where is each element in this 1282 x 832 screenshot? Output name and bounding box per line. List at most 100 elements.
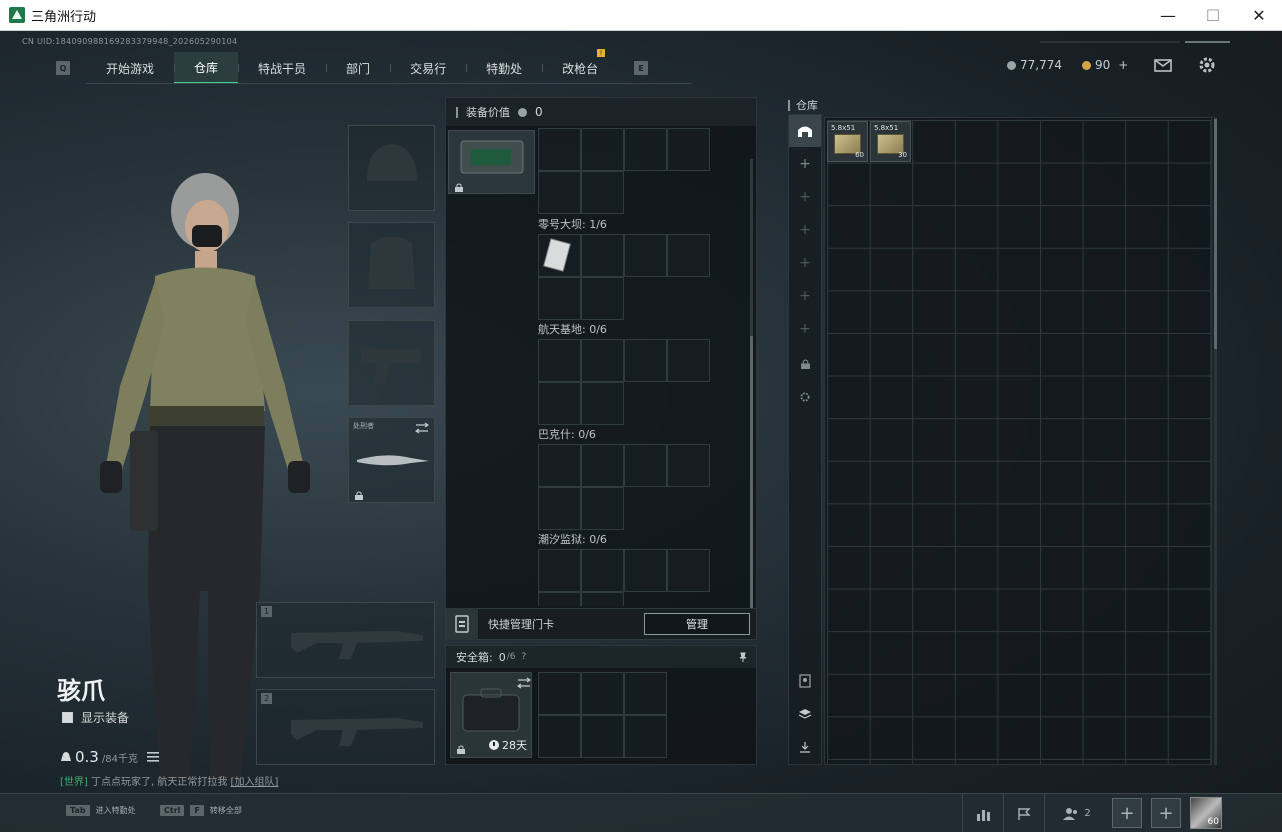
- keycard-cell[interactable]: [581, 171, 624, 214]
- gold-add-button[interactable]: +: [1118, 58, 1128, 72]
- tab-gunsmith[interactable]: 改枪台: [542, 52, 618, 84]
- flag-button[interactable]: [1003, 794, 1043, 832]
- transfer-all-hint[interactable]: Ctrl F 转移全部: [160, 805, 242, 816]
- keycard-cell[interactable]: [581, 592, 624, 606]
- keycard-cell[interactable]: [667, 549, 710, 592]
- tab-operators[interactable]: 特战干员: [238, 52, 326, 84]
- keycard-cell[interactable]: [538, 592, 581, 606]
- keycard-cell[interactable]: [581, 549, 624, 592]
- stats-button[interactable]: [962, 794, 1002, 832]
- swap-icon[interactable]: [517, 677, 531, 689]
- helmet-icon: [367, 144, 417, 181]
- add-warehouse-tab[interactable]: +: [789, 148, 821, 180]
- player-avatar[interactable]: 60: [1190, 797, 1222, 829]
- warehouse-scroll-thumb[interactable]: [1214, 119, 1217, 349]
- safe-cell[interactable]: [581, 672, 624, 715]
- swap-icon[interactable]: [415, 422, 429, 434]
- tab-hint[interactable]: Tab 进入特勤处: [66, 805, 136, 816]
- invite-slot-1[interactable]: +: [1112, 798, 1142, 828]
- safe-cell[interactable]: [624, 715, 667, 758]
- add-warehouse-tab[interactable]: +: [789, 214, 821, 246]
- gear-icon[interactable]: [1197, 55, 1217, 75]
- tab-start-game[interactable]: 开始游戏: [86, 52, 174, 84]
- safe-cell[interactable]: [624, 672, 667, 715]
- pin-icon[interactable]: [738, 652, 748, 662]
- chat-join-link[interactable]: [加入组队]: [231, 777, 279, 788]
- keycard-cell[interactable]: [624, 444, 667, 487]
- pistol-slot[interactable]: [348, 320, 435, 406]
- safe-cell[interactable]: [538, 672, 581, 715]
- manage-button[interactable]: 管理: [644, 613, 750, 635]
- lock-filter-button[interactable]: [789, 348, 821, 380]
- keycard-cell[interactable]: [624, 339, 667, 382]
- team-button[interactable]: 2: [1044, 794, 1108, 832]
- keycard-cell[interactable]: [538, 549, 581, 592]
- minimize-button[interactable]: —: [1145, 0, 1191, 31]
- keycard-cell[interactable]: [581, 382, 624, 425]
- warehouse-item-ammo[interactable]: 5.8x51 30: [870, 121, 911, 162]
- keycard-cell[interactable]: [624, 128, 667, 171]
- add-warehouse-tab[interactable]: +: [789, 313, 821, 345]
- keycard-cell[interactable]: [538, 128, 581, 171]
- quick-keycard-bar: 快捷管理门卡 管理: [445, 608, 757, 640]
- keycard-cell[interactable]: [667, 234, 710, 277]
- keycard-cell[interactable]: [581, 277, 624, 320]
- warehouse-settings-button[interactable]: [789, 381, 821, 413]
- gold-currency[interactable]: 90 +: [1082, 58, 1128, 72]
- help-icon[interactable]: ?: [521, 652, 526, 662]
- sort-button[interactable]: [789, 665, 821, 697]
- keycard-cell[interactable]: [538, 487, 581, 530]
- maximize-button[interactable]: ☐: [1190, 0, 1236, 31]
- warehouse-grid-cells[interactable]: [827, 120, 1211, 764]
- keycard-cell[interactable]: [581, 487, 624, 530]
- warehouse-main-tab[interactable]: [789, 115, 821, 147]
- keycard-cell[interactable]: [667, 339, 710, 382]
- safe-cell[interactable]: [581, 715, 624, 758]
- keycard-cell[interactable]: [538, 382, 581, 425]
- safe-cell[interactable]: [538, 715, 581, 758]
- show-equipment-checkbox[interactable]: [62, 712, 73, 723]
- header-bar: [456, 106, 458, 118]
- add-warehouse-tab[interactable]: +: [789, 247, 821, 279]
- safe-box-item[interactable]: 28天: [450, 672, 532, 758]
- tab-trading[interactable]: 交易行: [390, 52, 466, 84]
- warehouse-grid[interactable]: 5.8x51 60 5.8x51 30: [824, 117, 1212, 765]
- chat-line[interactable]: [世界] 丁点点玩家了, 航天正常打拉我 [加入组队]: [60, 773, 278, 788]
- keycard-cell[interactable]: [538, 277, 581, 320]
- keycard-cell[interactable]: [581, 234, 624, 277]
- keycard-cell[interactable]: [538, 171, 581, 214]
- keycard-cell[interactable]: [581, 128, 624, 171]
- add-warehouse-tab[interactable]: +: [789, 280, 821, 312]
- keycard-cell-filled[interactable]: [538, 234, 581, 277]
- list-icon[interactable]: [146, 752, 159, 762]
- mail-icon[interactable]: [1153, 55, 1173, 75]
- secondary-weapon-slot[interactable]: 2: [256, 689, 435, 765]
- keycard-cell[interactable]: [624, 549, 667, 592]
- ammo-quantity: 30: [898, 151, 907, 159]
- keycard-cell[interactable]: [667, 444, 710, 487]
- keycard-case-item[interactable]: [448, 130, 535, 194]
- keycard-cell[interactable]: [538, 339, 581, 382]
- keycard-cell[interactable]: [581, 444, 624, 487]
- primary-weapon-slot[interactable]: 1: [256, 602, 435, 678]
- armor-slot[interactable]: [348, 222, 435, 308]
- keycard-cell[interactable]: [538, 444, 581, 487]
- nav-next-key[interactable]: E: [634, 61, 649, 75]
- warehouse-item-ammo[interactable]: 5.8x51 60: [827, 121, 868, 162]
- nav-prev-key[interactable]: Q: [56, 61, 70, 75]
- keycard-cell[interactable]: [581, 339, 624, 382]
- add-warehouse-tab[interactable]: +: [789, 181, 821, 213]
- keycard-scroll-thumb[interactable]: [750, 336, 753, 608]
- keycard-cell[interactable]: [624, 234, 667, 277]
- tab-special-ops[interactable]: 特勤处: [466, 52, 542, 84]
- show-equipment-toggle[interactable]: 显示装备: [62, 709, 129, 726]
- layers-button[interactable]: [789, 698, 821, 730]
- helmet-slot[interactable]: [348, 125, 435, 211]
- tab-department[interactable]: 部门: [326, 52, 390, 84]
- recycle-button[interactable]: [789, 731, 821, 763]
- tab-warehouse[interactable]: 仓库: [174, 52, 239, 84]
- melee-slot[interactable]: 处刑者: [348, 417, 435, 503]
- keycard-cell[interactable]: [667, 128, 710, 171]
- invite-slot-2[interactable]: +: [1151, 798, 1181, 828]
- close-button[interactable]: ✕: [1236, 0, 1282, 31]
